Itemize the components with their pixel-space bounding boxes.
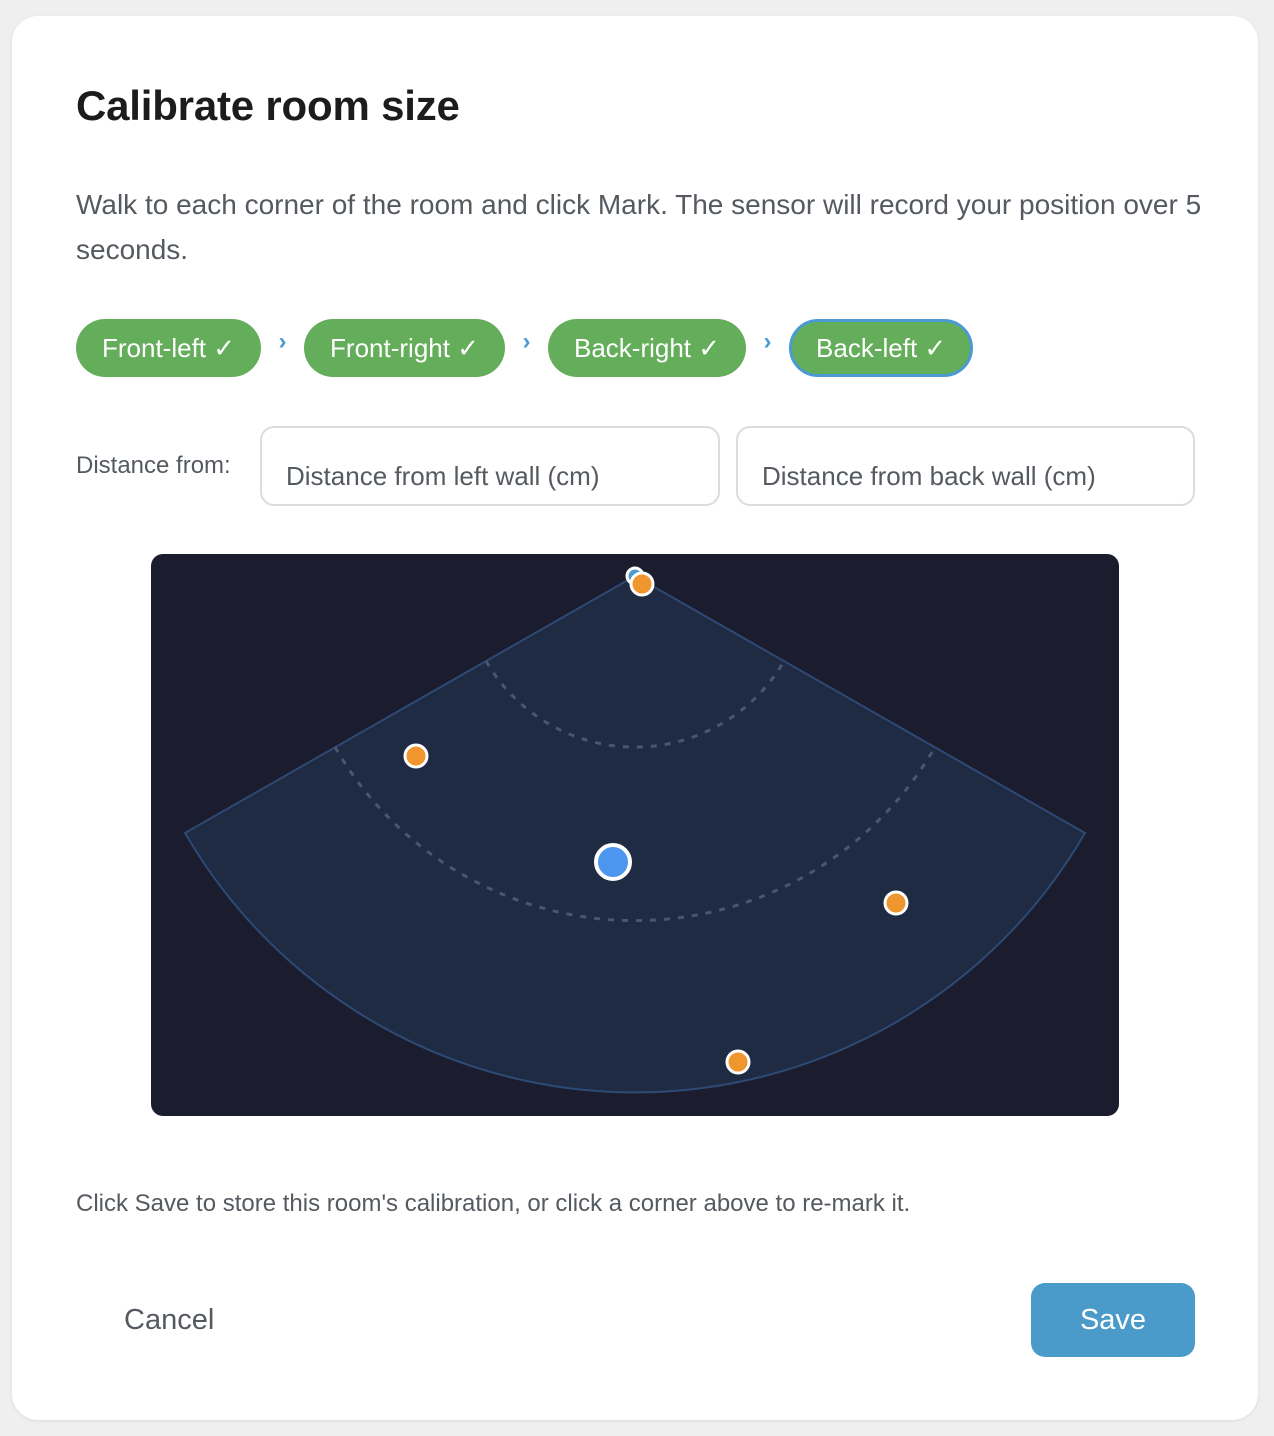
step-separator-icon: › — [278, 328, 287, 355]
step-separator-icon: › — [522, 328, 531, 355]
save-button[interactable]: Save — [1031, 1283, 1195, 1357]
step-separator-icon: › — [763, 328, 772, 355]
marker-back-left — [725, 1049, 751, 1075]
marker-back-right — [883, 890, 909, 916]
left-wall-distance-input[interactable] — [260, 426, 720, 506]
calibrate-room-dialog: Calibrate room size Walk to each corner … — [12, 16, 1258, 1420]
user-position-icon — [594, 843, 632, 881]
step-front-right[interactable]: Front-right ✓ — [304, 319, 505, 377]
cancel-button[interactable]: Cancel — [96, 1284, 242, 1356]
back-wall-distance-input[interactable] — [736, 426, 1195, 506]
step-back-right[interactable]: Back-right ✓ — [547, 319, 747, 377]
radar-view — [151, 554, 1119, 1116]
distance-label: Distance from: — [76, 452, 231, 479]
step-front-left[interactable]: Front-left ✓ — [76, 319, 262, 377]
radar-svg — [183, 566, 1087, 1094]
marker-front-right — [403, 743, 429, 769]
dialog-description: Walk to each corner of the room and clic… — [76, 189, 1202, 265]
corner-steps: Front-left ✓ › Front-right ✓ › Back-righ… — [76, 318, 974, 378]
step-back-left[interactable]: Back-left ✓ — [789, 319, 974, 377]
save-hint: Click Save to store this room's calibrat… — [76, 1190, 911, 1217]
marker-front-left — [629, 571, 655, 597]
dialog-title: Calibrate room size — [76, 82, 460, 129]
detection-field — [183, 574, 1087, 1094]
